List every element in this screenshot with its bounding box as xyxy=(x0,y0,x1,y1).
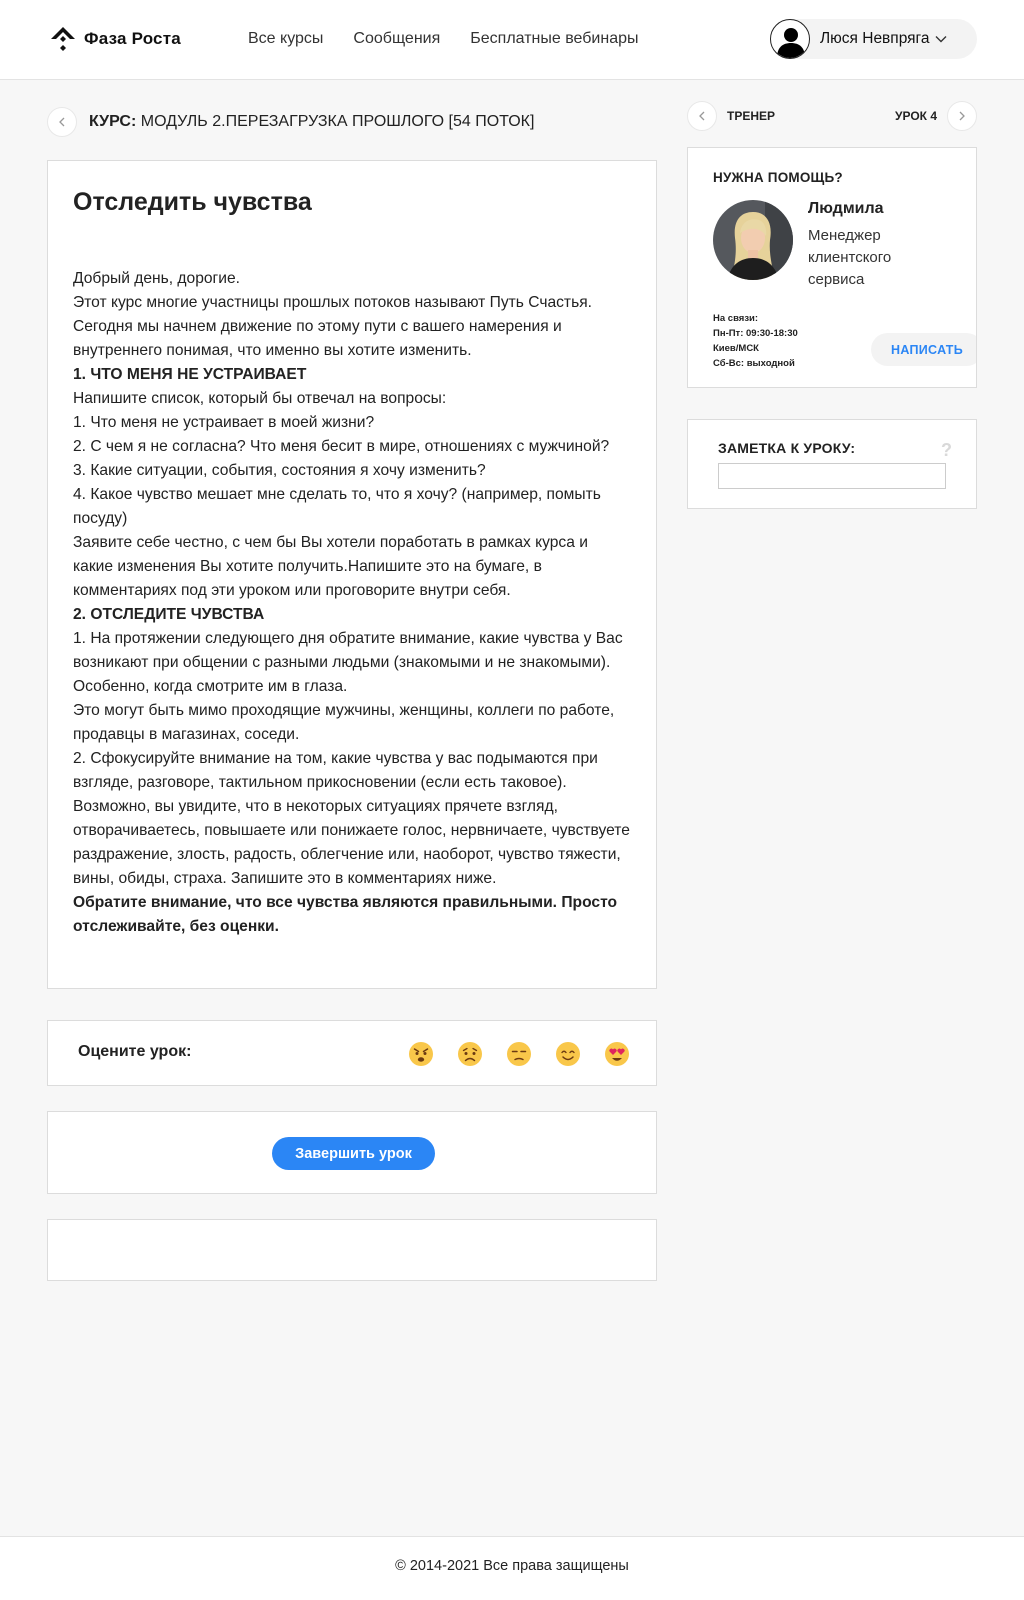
hours-weekend: Сб-Вс: выходной xyxy=(713,358,795,369)
breadcrumb-course: МОДУЛЬ 2.ПЕРЕЗАГРУЗКА ПРОШЛОГО [54 ПОТОК… xyxy=(140,113,535,130)
lesson-paragraph: 2. Сфокусируйте внимание на том, какие ч… xyxy=(73,750,630,887)
manager-role: Менеджер клиентского сервиса xyxy=(808,227,892,288)
write-button[interactable]: НАПИСАТЬ xyxy=(871,333,976,366)
manager-photo xyxy=(713,200,793,280)
breadcrumb-text: КУРС: МОДУЛЬ 2.ПЕРЕЗАГРУЗКА ПРОШЛОГО [54… xyxy=(89,113,534,131)
hours-timezone: Киев/МСК xyxy=(713,343,759,354)
chevron-left-icon xyxy=(699,111,705,121)
help-title: НУЖНА ПОМОЩЬ? xyxy=(713,170,843,185)
top-header: Фаза Роста Все курсы Сообщения Бесплатны… xyxy=(0,0,1024,80)
manager-name: Людмила xyxy=(808,200,884,217)
next-lesson[interactable]: УРОК 4 xyxy=(895,101,977,131)
copyright: © 2014-2021 Все права защищены xyxy=(395,1558,629,1574)
chevron-left-icon xyxy=(59,117,65,127)
working-hours: На связи: Пн-Пт: 09:30-18:30 Киев/МСК Сб… xyxy=(713,311,798,371)
finish-lesson-button[interactable]: Завершить урок xyxy=(272,1137,435,1170)
lesson-paragraph: Заявите себе честно, с чем бы Вы хотели … xyxy=(73,534,588,599)
lesson-paragraph: 1. ЧТО МЕНЯ НЕ УСТРАИВАЕТ xyxy=(73,366,307,383)
note-input[interactable] xyxy=(718,463,946,489)
nav-all-courses[interactable]: Все курсы xyxy=(248,30,323,48)
logo-text: Фаза Роста xyxy=(84,29,181,48)
lesson-paragraph: Добрый день, дорогие. xyxy=(73,270,240,287)
logo[interactable]: Фаза Роста xyxy=(50,26,181,52)
user-name: Люся Невпряга xyxy=(820,30,930,47)
nav-messages[interactable]: Сообщения xyxy=(353,30,440,48)
lesson-paragraph: Напишите список, который бы отвечал на в… xyxy=(73,390,447,407)
footer: © 2014-2021 Все права защищены xyxy=(0,1536,1024,1600)
manager-portrait-icon xyxy=(713,200,793,280)
next-label: УРОК 4 xyxy=(895,109,937,123)
user-menu[interactable]: Люся Невпряга xyxy=(770,19,977,59)
lesson-paragraph: 2. С чем я не согласна? Что меня бесит в… xyxy=(73,438,610,455)
nav-free-webinars[interactable]: Бесплатные вебинары xyxy=(470,30,638,48)
lesson-title: Отследить чувства xyxy=(73,188,312,216)
finish-card: Завершить урок xyxy=(47,1111,657,1194)
angry-face-icon[interactable] xyxy=(408,1041,434,1067)
chevron-right-icon xyxy=(959,111,965,121)
lesson-paragraph: 1. Что меня не устраивает в моей жизни? xyxy=(73,414,375,431)
back-button[interactable] xyxy=(47,107,77,137)
lesson-paragraph: 4. Какое чувство мешает мне сделать то, … xyxy=(73,486,601,527)
lesson-paragraph: Это могут быть мимо проходящие мужчины, … xyxy=(73,702,615,743)
lesson-paragraph: 3. Какие ситуации, события, состояния я … xyxy=(73,462,486,479)
lesson-body: Добрый день, дорогие. Этот курс многие уч… xyxy=(73,267,631,939)
sad-face-icon[interactable] xyxy=(457,1041,483,1067)
smiling-face-icon[interactable] xyxy=(555,1041,581,1067)
chevron-down-icon xyxy=(935,36,947,43)
avatar xyxy=(770,19,810,59)
logo-icon xyxy=(51,27,75,51)
lesson-paragraph: Обратите внимание, что все чувства являю… xyxy=(73,894,618,935)
hours-label: На связи: xyxy=(713,313,759,324)
meh-face-icon[interactable] xyxy=(506,1041,532,1067)
lesson-paragraph: 2. ОТСЛЕДИТЕ ЧУВСТВА xyxy=(73,606,265,623)
prev-lesson[interactable]: ТРЕНЕР xyxy=(687,101,775,131)
heart-eyes-face-icon[interactable] xyxy=(604,1041,630,1067)
help-question-icon[interactable]: ? xyxy=(941,440,952,461)
lesson-card: Отследить чувства Добрый день, дорогие. Э… xyxy=(47,160,657,989)
lesson-navigation: ТРЕНЕР УРОК 4 xyxy=(687,101,977,131)
breadcrumb: КУРС: МОДУЛЬ 2.ПЕРЕЗАГРУЗКА ПРОШЛОГО [54… xyxy=(47,107,534,137)
note-card: ЗАМЕТКА К УРОКУ: ? xyxy=(687,419,977,509)
rating-card: Оцените урок: xyxy=(47,1020,657,1086)
main-nav: Все курсы Сообщения Бесплатные вебинары xyxy=(248,30,639,48)
user-silhouette-icon xyxy=(777,28,805,58)
lesson-paragraph: 1. На протяжении следующего дня обратите… xyxy=(73,630,623,695)
help-card: НУЖНА ПОМОЩЬ? Людмила Менеджер клиентско… xyxy=(687,147,977,388)
prev-button[interactable] xyxy=(687,101,717,131)
breadcrumb-label: КУРС: xyxy=(89,113,137,130)
rating-label: Оцените урок: xyxy=(78,1043,192,1060)
hours-weekdays: Пн-Пт: 09:30-18:30 xyxy=(713,328,798,339)
note-title: ЗАМЕТКА К УРОКУ: xyxy=(718,440,856,456)
lesson-paragraph: Этот курс многие участницы прошлых поток… xyxy=(73,294,592,359)
rating-emojis xyxy=(408,1041,630,1067)
prev-label: ТРЕНЕР xyxy=(727,109,776,123)
next-button[interactable] xyxy=(947,101,977,131)
comments-card xyxy=(47,1219,657,1281)
